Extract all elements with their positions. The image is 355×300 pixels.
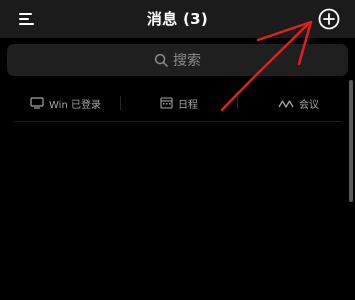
shortcut-label: 日程 — [178, 99, 198, 111]
calendar-icon — [160, 97, 173, 109]
shortcut-win-login[interactable]: Win 已登录 — [30, 94, 101, 112]
search-icon — [154, 53, 168, 67]
shortcut-label: 会议 — [299, 99, 319, 111]
scrollbar[interactable] — [349, 80, 353, 202]
page-title: 消息 (3) — [146, 10, 209, 28]
search-placeholder: 搜索 — [173, 53, 201, 69]
shortcut-calendar[interactable]: 日程 — [160, 94, 198, 112]
shortcut-label: Win 已登录 — [49, 99, 101, 111]
separator — [237, 96, 238, 110]
search-input[interactable]: 搜索 — [7, 44, 348, 76]
add-circle-icon[interactable] — [317, 7, 341, 31]
meeting-icon — [278, 100, 294, 108]
top-bar: 消息 (3) — [0, 0, 355, 38]
shortcut-meeting[interactable]: 会议 — [278, 94, 319, 112]
separator — [120, 96, 121, 110]
monitor-icon — [30, 97, 44, 109]
divider — [14, 121, 342, 122]
